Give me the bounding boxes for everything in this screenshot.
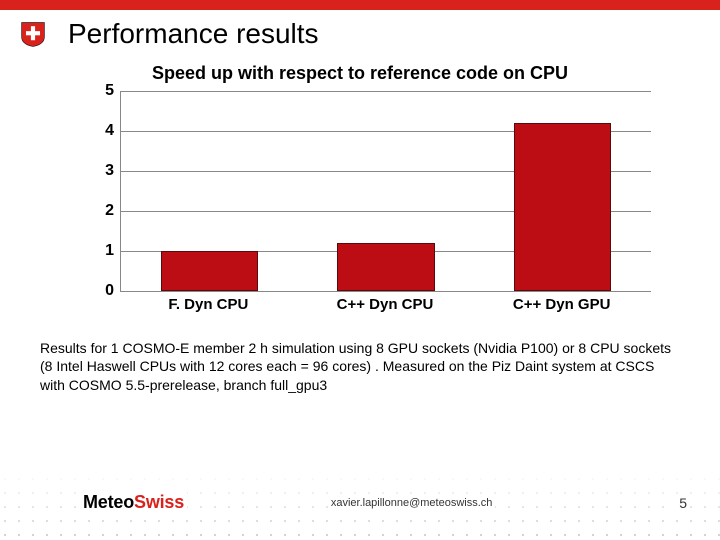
bar [514, 123, 611, 291]
swiss-shield-icon [20, 21, 46, 47]
y-tick-label: 4 [90, 122, 114, 140]
brand-prefix: Meteo [83, 492, 134, 512]
bar [161, 251, 258, 291]
y-tick-label: 3 [90, 162, 114, 180]
x-tick-label: C++ Dyn GPU [513, 296, 611, 313]
page-number: 5 [676, 495, 690, 511]
brand-logo: MeteoSwiss [80, 492, 187, 513]
chart-caption: Results for 1 COSMO-E member 2 h simulat… [40, 339, 680, 396]
y-tick-label: 0 [90, 282, 114, 300]
brand-suffix: Swiss [134, 492, 184, 512]
bar-chart: 012345 F. Dyn CPUC++ Dyn CPUC++ Dyn GPU [90, 91, 650, 321]
y-tick-label: 2 [90, 202, 114, 220]
y-tick-label: 5 [90, 82, 114, 100]
x-tick-label: F. Dyn CPU [168, 296, 248, 313]
contact-email: xavier.lapillonne@meteoswiss.ch [328, 497, 496, 509]
y-tick-label: 1 [90, 242, 114, 260]
page-title: Performance results [68, 18, 319, 50]
x-tick-label: C++ Dyn CPU [337, 296, 434, 313]
header: Performance results [0, 10, 720, 54]
footer: MeteoSwiss xavier.lapillonne@meteoswiss.… [0, 468, 720, 540]
bar [337, 243, 434, 291]
plot-area [120, 91, 651, 292]
top-red-bar [0, 0, 720, 10]
chart-title: Speed up with respect to reference code … [80, 62, 640, 85]
gridline [121, 91, 651, 92]
